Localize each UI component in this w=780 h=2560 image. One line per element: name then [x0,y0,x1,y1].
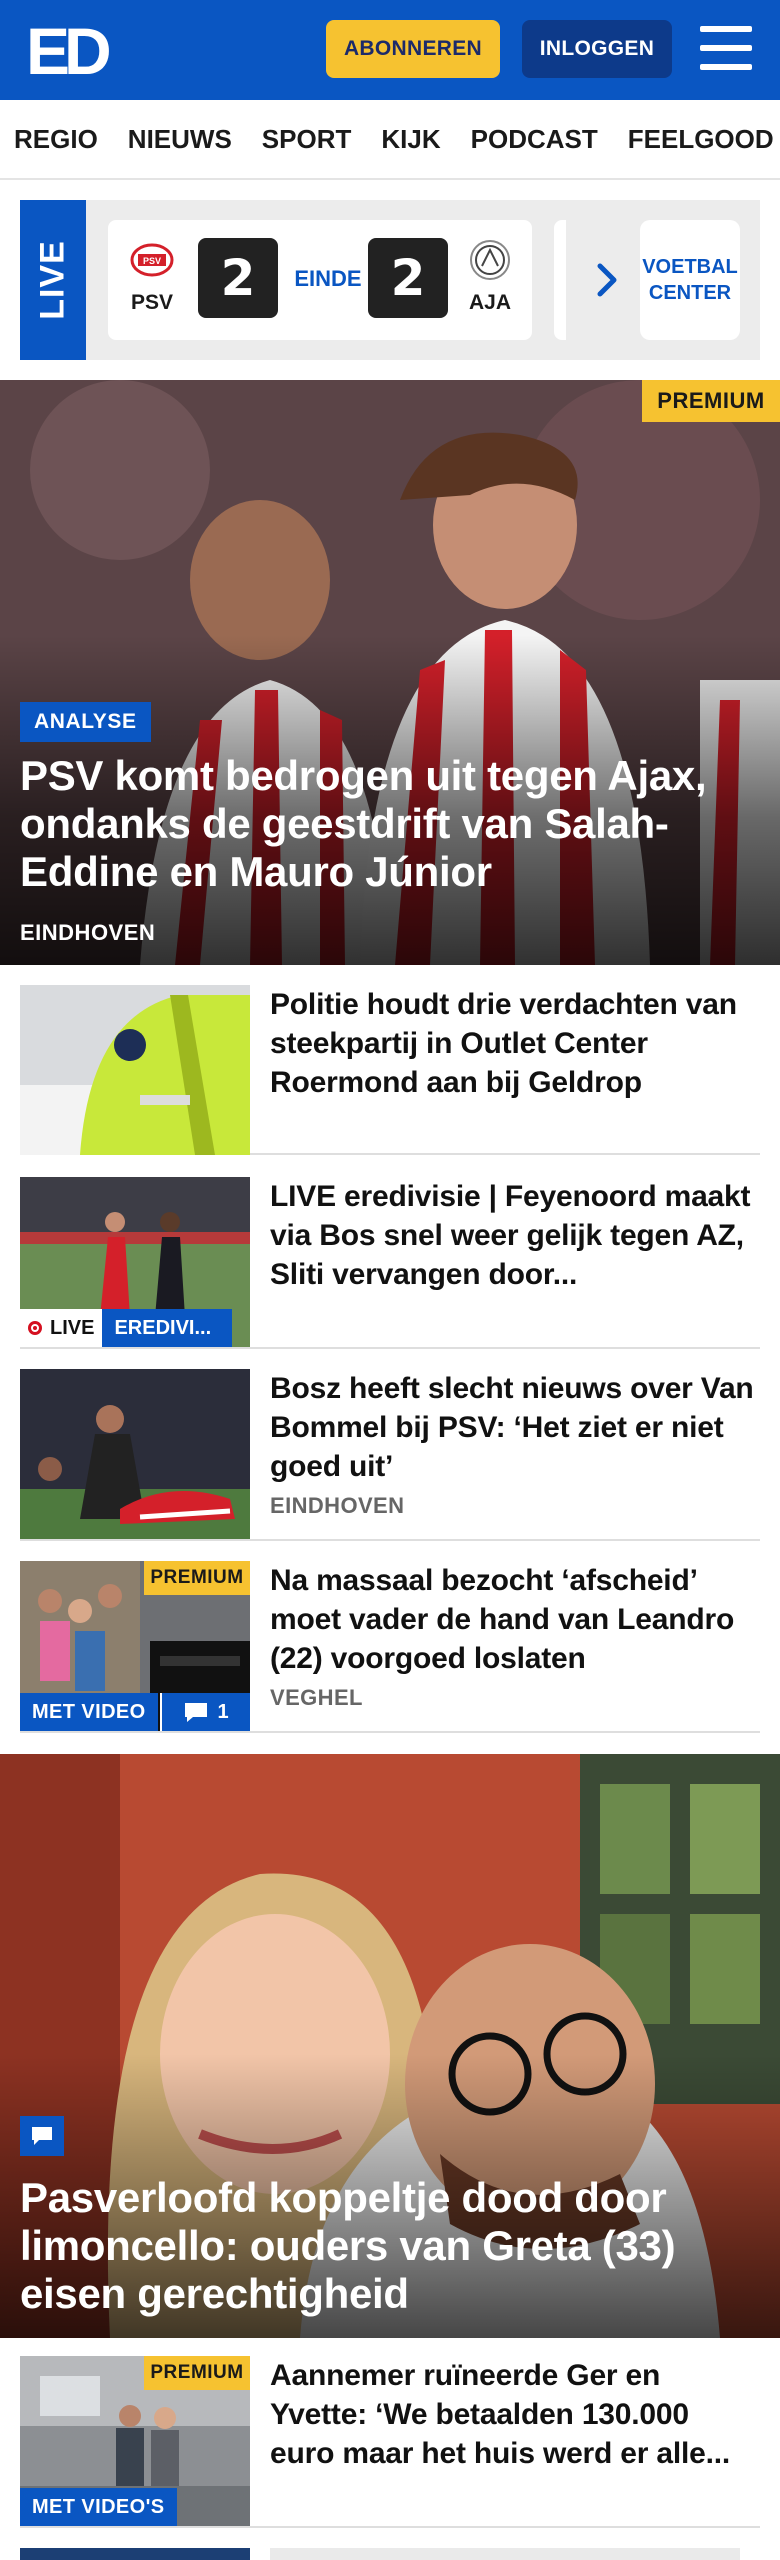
article-thumbnail: PREMIUM MET VIDEO'S [20,2356,250,2526]
article-headline[interactable]: Na massaal bezocht ‘afscheid’ moet vader… [270,1561,760,1678]
article-thumbnail: PREMIUM MET VIDEO 1 [20,1561,250,1731]
article-headline[interactable]: Aannemer ruïneerde Ger en Yvette: ‘We be… [270,2356,760,2473]
hero-headline[interactable]: PSV komt bedrogen uit tegen Ajax, ondank… [20,752,740,896]
nav-item-sport[interactable]: SPORT [262,124,352,155]
logo-text: ED [26,18,109,80]
nav-item-feelgood[interactable]: FEELGOOD [628,124,774,155]
chevron-right-icon[interactable] [588,260,628,300]
nav-item-regio[interactable]: REGIO [14,124,98,155]
comment-icon [185,1703,208,1722]
live-dot-icon [28,1321,42,1335]
svg-text:PSV: PSV [143,256,161,266]
premium-badge: PREMIUM [144,2356,250,2390]
article-headline[interactable]: LIVE eredivisie | Feyenoord maakt via Bo… [270,1177,760,1294]
list-item[interactable]: LIVE EREDIVI... LIVE eredivisie | Feyeno… [20,1177,760,1349]
psv-crest-icon: PSV [130,243,174,277]
comment-count-label: 1 [160,1693,250,1731]
hamburger-icon[interactable] [700,24,752,72]
match-status: EINDE [294,266,362,291]
comment-icon [20,2116,64,2156]
article-headline[interactable]: Politie houdt drie verdachten van steekp… [270,985,760,1102]
away-team-name: AJA [468,291,511,314]
home-team-name: PSV [130,291,174,314]
hero-category-tag: ANALYSE [20,702,151,742]
article-headline[interactable]: Bosz heeft slecht nieuws over Van Bommel… [270,1369,760,1486]
live-scores-strip: LIVE PSV PSV 2 EINDE 2 AJA VOETBAL CENTE… [20,200,760,360]
list-item[interactable]: Bosz heeft slecht nieuws over Van Bommel… [20,1369,760,1541]
nav-item-kijk[interactable]: KIJK [381,124,440,155]
live-label: LIVE EREDIVI... [20,1309,233,1347]
match-card[interactable]: PSV PSV 2 EINDE 2 AJA [108,220,532,340]
away-score: 2 [368,238,448,318]
video-label: MET VIDEO'S [20,2488,177,2526]
article-thumbnail [20,1369,250,1539]
home-team: PSV PSV [122,238,182,315]
category-label: EREDIVI... [102,1309,233,1347]
nav-item-podcast[interactable]: PODCAST [471,124,598,155]
away-team: AJA [460,238,520,315]
subscribe-button[interactable]: ABONNEREN [326,20,500,78]
hero-article[interactable]: PREMIUM ANALYSE PSV komt bedrogen uit te… [0,380,780,965]
nav-item-nieuws[interactable]: NIEUWS [128,124,232,155]
live-tag: LIVE [20,200,86,360]
premium-badge: PREMIUM [642,380,780,422]
next-article-headline[interactable] [270,2548,740,2560]
list-item[interactable]: PREMIUM MET VIDEO'S Aannemer ruïneerde G… [20,2356,760,2528]
article-thumbnail [20,985,250,1155]
video-label: MET VIDEO [20,1693,158,1731]
home-score: 2 [198,238,278,318]
feature-headline[interactable]: Pasverloofd koppeltje dood door limoncel… [20,2174,740,2318]
feature-article[interactable]: Pasverloofd koppeltje dood door limoncel… [0,1754,780,2338]
ed-logo[interactable]: ED [26,18,118,80]
ajax-crest-icon [470,240,510,280]
login-button[interactable]: INLOGGEN [522,20,672,78]
hero-location: EINDHOVEN [20,920,156,945]
premium-badge: PREMIUM [144,1561,250,1595]
list-item[interactable]: PREMIUM MET VIDEO 1 Na massaal bezocht ‘… [20,1561,760,1733]
article-location: EINDHOVEN [270,1493,405,1518]
main-nav: REGIO NIEUWS SPORT KIJK PODCAST FEELGOOD [0,100,780,180]
voetbal-center-button[interactable]: VOETBAL CENTER [640,220,740,340]
article-location: VEGHEL [270,1685,363,1710]
article-thumbnail: LIVE EREDIVI... [20,1177,250,1347]
next-match-card[interactable] [554,220,566,340]
list-item[interactable]: Politie houdt drie verdachten van steekp… [20,985,760,1155]
next-article-thumbnail[interactable] [20,2548,250,2560]
site-header: ED ABONNEREN INLOGGEN [0,0,780,100]
